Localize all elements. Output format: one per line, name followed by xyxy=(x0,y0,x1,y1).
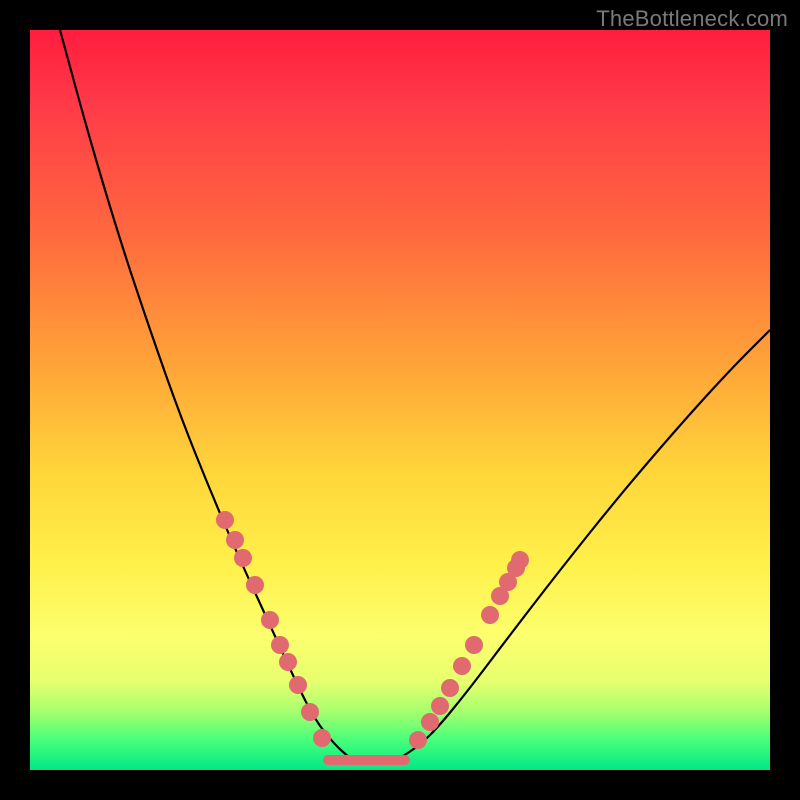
data-marker xyxy=(261,611,279,629)
watermark-text: TheBottleneck.com xyxy=(596,6,788,32)
data-marker xyxy=(421,713,439,731)
data-marker xyxy=(234,549,252,567)
plot-area xyxy=(30,30,770,770)
data-marker xyxy=(511,551,529,569)
outer-frame: TheBottleneck.com xyxy=(0,0,800,800)
left-curve xyxy=(60,30,350,758)
data-marker xyxy=(453,657,471,675)
markers-right xyxy=(409,551,529,749)
curve-layer xyxy=(30,30,770,770)
data-marker xyxy=(441,679,459,697)
data-marker xyxy=(246,576,264,594)
data-marker xyxy=(289,676,307,694)
data-marker xyxy=(313,729,331,747)
data-marker xyxy=(279,653,297,671)
data-marker xyxy=(481,606,499,624)
data-marker xyxy=(465,636,483,654)
data-marker xyxy=(431,697,449,715)
data-marker xyxy=(271,636,289,654)
data-marker xyxy=(226,531,244,549)
data-marker xyxy=(301,703,319,721)
data-marker xyxy=(216,511,234,529)
markers-left xyxy=(216,511,331,747)
data-marker xyxy=(409,731,427,749)
